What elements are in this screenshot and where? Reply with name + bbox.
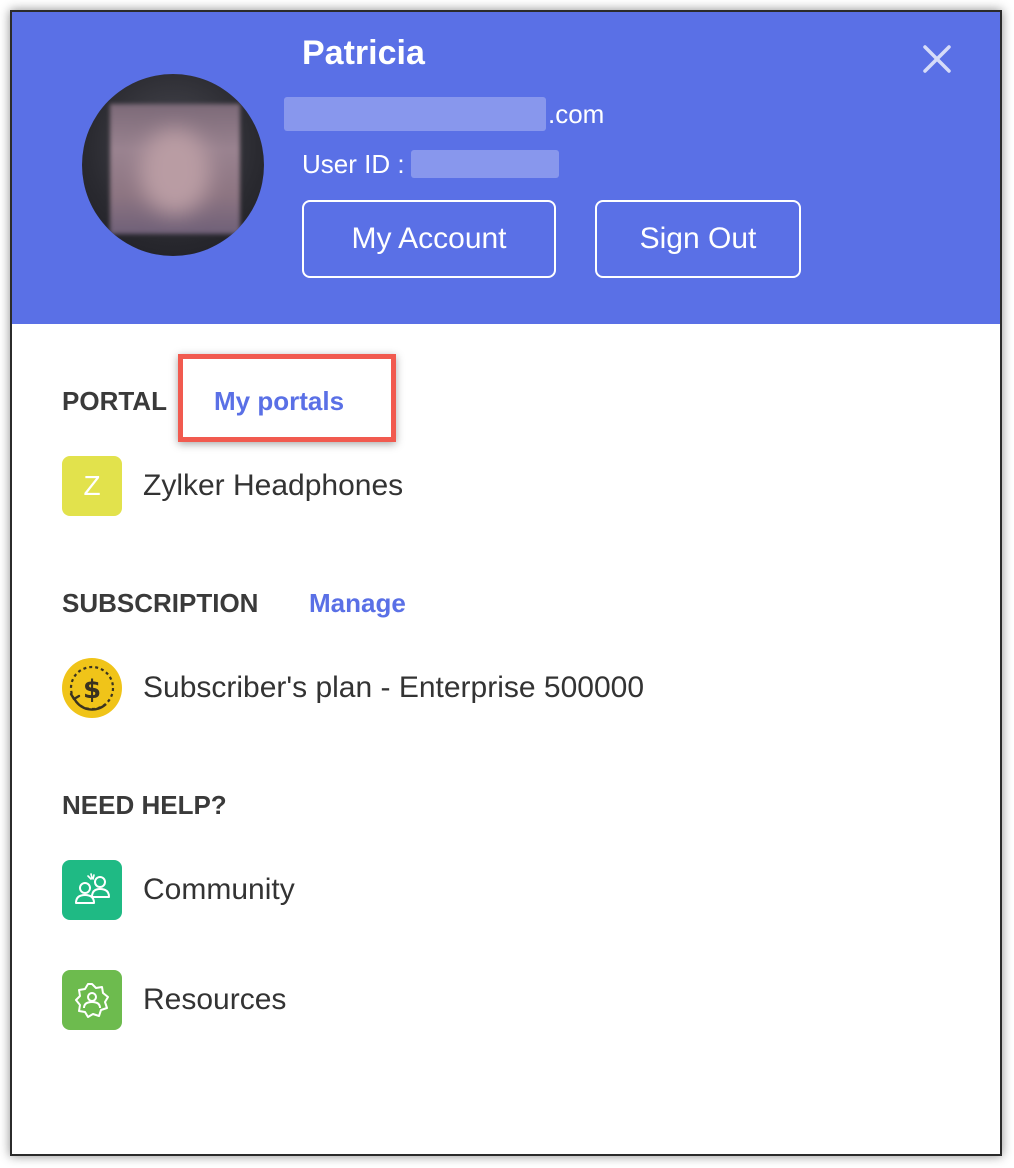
sign-out-button[interactable]: Sign Out <box>595 200 801 278</box>
close-icon[interactable] <box>920 42 954 76</box>
dollar-coin-icon: $ <box>62 658 122 718</box>
help-item-community[interactable]: Community <box>62 860 295 920</box>
community-icon <box>62 860 122 920</box>
user-id-label: User ID : <box>302 148 405 179</box>
subscription-plan-text: Subscriber's plan - Enterprise 500000 <box>143 671 645 704</box>
manage-link[interactable]: Manage <box>309 588 406 619</box>
help-section-label: NEED HELP? <box>62 790 227 820</box>
user-name: Patricia <box>302 34 425 72</box>
email-row: .com <box>284 96 604 132</box>
profile-header: Patricia .com User ID : My Account Sign … <box>12 12 1000 324</box>
portal-section-label: PORTAL <box>62 386 167 416</box>
resources-icon <box>62 970 122 1030</box>
user-id-row: User ID : <box>302 146 559 182</box>
email-suffix: .com <box>548 98 605 129</box>
profile-panel: Patricia .com User ID : My Account Sign … <box>10 10 1002 1156</box>
help-item-label: Community <box>143 873 295 906</box>
user-id-redacted <box>410 150 559 178</box>
email-redacted <box>284 97 546 131</box>
portal-name: Zylker Headphones <box>143 469 404 502</box>
avatar <box>82 74 264 256</box>
help-item-resources[interactable]: Resources <box>62 970 286 1030</box>
svg-text:$: $ <box>83 675 101 705</box>
subscription-section-label: SUBSCRIPTION <box>62 588 259 618</box>
portal-initial-icon: Z <box>62 456 122 516</box>
my-portals-link[interactable]: My portals <box>214 386 344 417</box>
my-account-button[interactable]: My Account <box>302 200 556 278</box>
subscription-plan-item: $ Subscriber's plan - Enterprise 500000 <box>62 658 644 718</box>
portal-item[interactable]: Z Zylker Headphones <box>62 456 403 516</box>
help-item-label: Resources <box>143 983 287 1016</box>
blurred-face <box>110 104 240 234</box>
